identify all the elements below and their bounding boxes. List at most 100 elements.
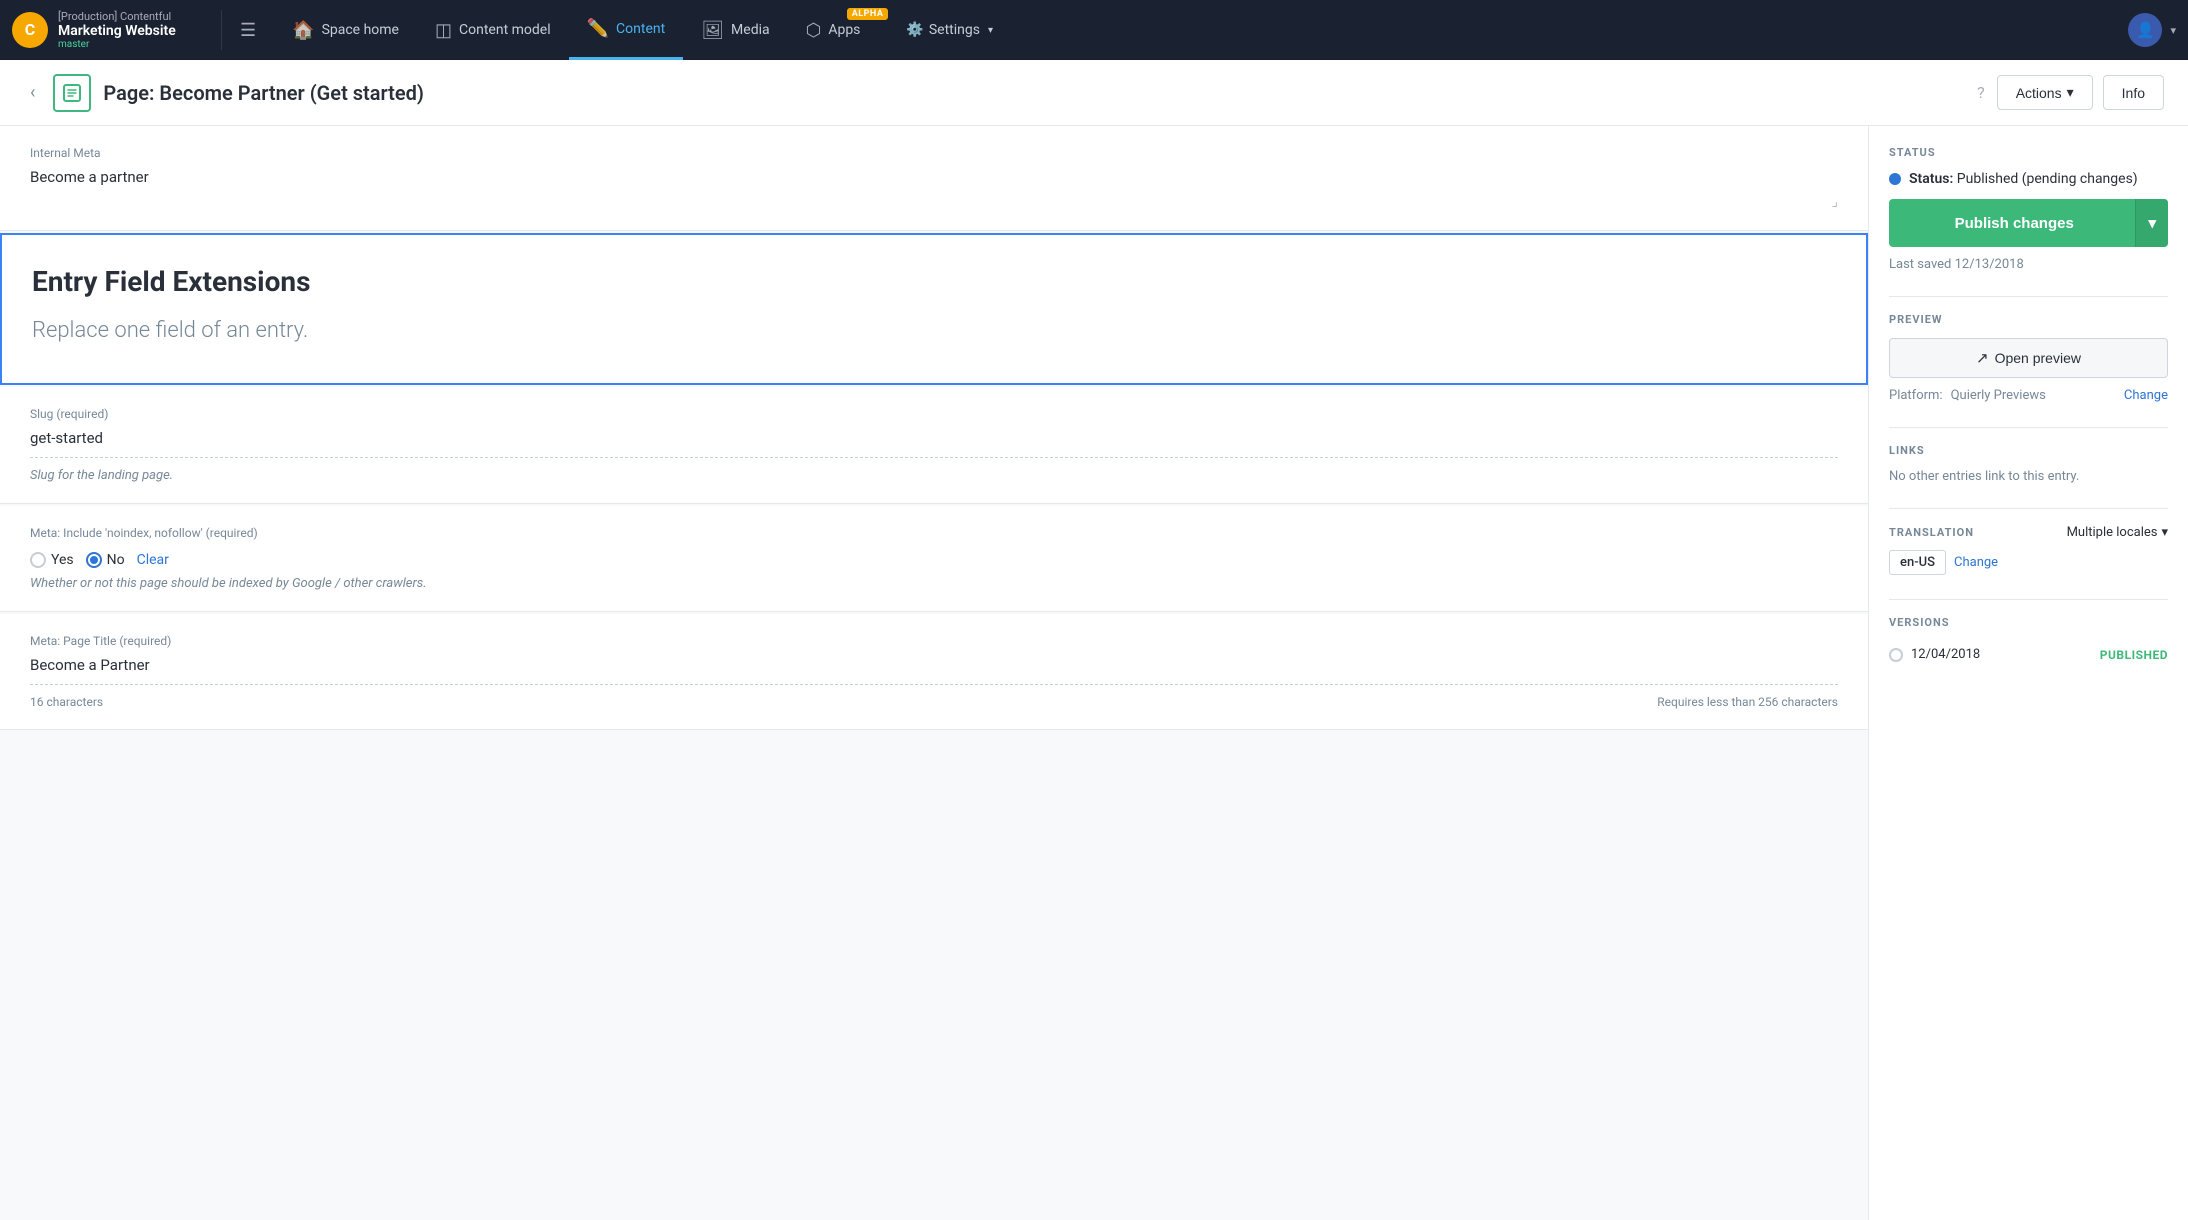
nav-links: 🏠 Space home ◫ Content model ✏️ Content … bbox=[274, 0, 2128, 60]
nav-media[interactable]: 🖼 Media bbox=[683, 0, 787, 60]
radio-no-label: No bbox=[107, 552, 125, 568]
brand-text: [Production] Contentful Marketing Websit… bbox=[58, 10, 176, 51]
brand-logo: C bbox=[12, 12, 48, 48]
meta-title-footer: 16 characters Requires less than 256 cha… bbox=[30, 695, 1838, 709]
info-button[interactable]: Info bbox=[2103, 75, 2164, 110]
meta-noindex-hint: Whether or not this page should be index… bbox=[30, 576, 1838, 591]
publish-dropdown-icon[interactable]: ▾ bbox=[2135, 199, 2168, 247]
resize-handle: ⌟ bbox=[30, 194, 1838, 210]
links-section: LINKS No other entries link to this entr… bbox=[1889, 444, 2168, 484]
nav-content-model-label: Content model bbox=[459, 22, 551, 38]
alpha-badge: ALPHA bbox=[847, 8, 889, 20]
top-navigation: C [Production] Contentful Marketing Webs… bbox=[0, 0, 2188, 60]
links-heading: LINKS bbox=[1889, 444, 2168, 457]
subheader-actions: Actions ▾ Info bbox=[1997, 75, 2164, 110]
radio-yes[interactable]: Yes bbox=[30, 552, 74, 568]
brand: C [Production] Contentful Marketing Webs… bbox=[12, 10, 222, 51]
char-count: 16 characters bbox=[30, 695, 103, 709]
radio-yes-circle bbox=[30, 552, 46, 568]
version-item-left: 12/04/2018 bbox=[1889, 647, 1980, 662]
slug-section: Slug (required) get-started Slug for the… bbox=[0, 387, 1868, 504]
extension-subtitle: Replace one field of an entry. bbox=[32, 318, 1836, 343]
topnav-right: 👤 ▾ bbox=[2128, 13, 2176, 47]
nav-media-label: Media bbox=[731, 22, 770, 38]
hamburger-menu[interactable]: ☰ bbox=[232, 12, 264, 49]
nav-content-label: Content bbox=[616, 21, 665, 37]
versions-section: VERSIONS 12/04/2018 PUBLISHED bbox=[1889, 616, 2168, 668]
versions-heading: VERSIONS bbox=[1889, 616, 2168, 629]
locale-dropdown[interactable]: Multiple locales ▾ bbox=[2067, 525, 2168, 540]
entry-type-icon bbox=[53, 74, 91, 112]
meta-page-title-label: Meta: Page Title (required) bbox=[30, 634, 1838, 648]
open-preview-button[interactable]: ↗ Open preview bbox=[1889, 338, 2168, 378]
version-date: 12/04/2018 bbox=[1911, 647, 1980, 662]
clear-link[interactable]: Clear bbox=[137, 552, 169, 568]
avatar-dropdown-icon[interactable]: ▾ bbox=[2170, 24, 2176, 37]
last-saved: Last saved 12/13/2018 bbox=[1889, 257, 2168, 272]
nav-content[interactable]: ✏️ Content bbox=[569, 0, 684, 60]
status-heading: STATUS bbox=[1889, 146, 2168, 159]
meta-title-dashes bbox=[30, 684, 1838, 685]
status-value: Published (pending changes) bbox=[1957, 171, 2138, 187]
internal-meta-value[interactable]: Become a partner bbox=[30, 168, 1838, 186]
main-layout: Internal Meta Become a partner ⌟ Entry F… bbox=[0, 126, 2188, 1220]
divider-4 bbox=[1889, 599, 2168, 600]
nav-settings[interactable]: ⚙️ Settings ▾ bbox=[892, 0, 1007, 60]
version-radio[interactable] bbox=[1889, 648, 1903, 662]
slug-hint: Slug for the landing page. bbox=[30, 468, 1838, 483]
version-item: 12/04/2018 PUBLISHED bbox=[1889, 641, 2168, 668]
locale-badge: en-US bbox=[1889, 550, 1946, 575]
info-label: Info bbox=[2122, 85, 2145, 101]
meta-page-title-value[interactable]: Become a Partner bbox=[30, 656, 1838, 674]
sidebar: STATUS Status: Published (pending change… bbox=[1868, 126, 2188, 1220]
apps-icon: ⬡ bbox=[806, 20, 822, 41]
platform-row: Platform: Quierly Previews Change bbox=[1889, 388, 2168, 403]
publish-button[interactable]: Publish changes ▾ bbox=[1889, 199, 2168, 247]
internal-meta-section: Internal Meta Become a partner ⌟ bbox=[0, 126, 1868, 231]
divider-1 bbox=[1889, 296, 2168, 297]
locale-dropdown-label: Multiple locales bbox=[2067, 525, 2158, 540]
nav-space-home[interactable]: 🏠 Space home bbox=[274, 0, 417, 60]
brand-title: Marketing Website bbox=[58, 23, 176, 40]
nav-apps[interactable]: ⬡ Apps ALPHA bbox=[788, 0, 893, 60]
radio-group: Yes No Clear bbox=[30, 552, 1838, 568]
translation-section: TRANSLATION Multiple locales ▾ en-US Cha… bbox=[1889, 525, 2168, 575]
status-label: Status: bbox=[1909, 171, 1953, 187]
version-status: PUBLISHED bbox=[2100, 648, 2168, 662]
nav-content-model[interactable]: ◫ Content model bbox=[417, 0, 569, 60]
entry-title: Page: Become Partner (Get started) bbox=[103, 81, 1965, 105]
back-button[interactable]: ‹ bbox=[24, 76, 41, 109]
platform-label: Platform: bbox=[1889, 388, 1943, 403]
extension-field-section: Entry Field Extensions Replace one field… bbox=[0, 233, 1868, 385]
radio-no[interactable]: No bbox=[86, 552, 125, 568]
platform-name: Quierly Previews bbox=[1951, 388, 2046, 403]
status-text: Status: Published (pending changes) bbox=[1909, 171, 2138, 187]
subheader: ‹ Page: Become Partner (Get started) ? A… bbox=[0, 60, 2188, 126]
brand-master: master bbox=[58, 39, 176, 50]
extension-title: Entry Field Extensions bbox=[32, 265, 1836, 298]
settings-icon: ⚙️ bbox=[906, 22, 923, 38]
status-dot bbox=[1889, 173, 1901, 185]
content-model-icon: ◫ bbox=[435, 20, 452, 41]
actions-button[interactable]: Actions ▾ bbox=[1997, 75, 2093, 110]
actions-dropdown-icon: ▾ bbox=[2067, 84, 2074, 101]
slug-value[interactable]: get-started bbox=[30, 429, 1838, 447]
translation-change-link[interactable]: Change bbox=[1954, 555, 1998, 570]
meta-noindex-section: Meta: Include 'noindex, nofollow' (requi… bbox=[0, 506, 1868, 612]
locale-dropdown-icon: ▾ bbox=[2161, 525, 2168, 540]
nav-apps-label: Apps bbox=[828, 22, 860, 38]
internal-meta-label: Internal Meta bbox=[30, 146, 1838, 160]
help-icon[interactable]: ? bbox=[1977, 83, 1985, 102]
content-icon: ✏️ bbox=[587, 18, 609, 39]
preview-change-link[interactable]: Change bbox=[2124, 388, 2168, 403]
external-link-icon: ↗ bbox=[1976, 349, 1989, 367]
actions-label: Actions bbox=[2016, 85, 2062, 101]
publish-label: Publish changes bbox=[1905, 215, 2123, 232]
char-limit: Requires less than 256 characters bbox=[1657, 695, 1838, 709]
open-preview-label: Open preview bbox=[1995, 350, 2081, 366]
radio-yes-label: Yes bbox=[51, 552, 74, 568]
user-avatar[interactable]: 👤 bbox=[2128, 13, 2162, 47]
meta-page-title-section: Meta: Page Title (required) Become a Par… bbox=[0, 614, 1868, 730]
nav-space-home-label: Space home bbox=[322, 22, 399, 38]
home-icon: 🏠 bbox=[292, 20, 314, 41]
